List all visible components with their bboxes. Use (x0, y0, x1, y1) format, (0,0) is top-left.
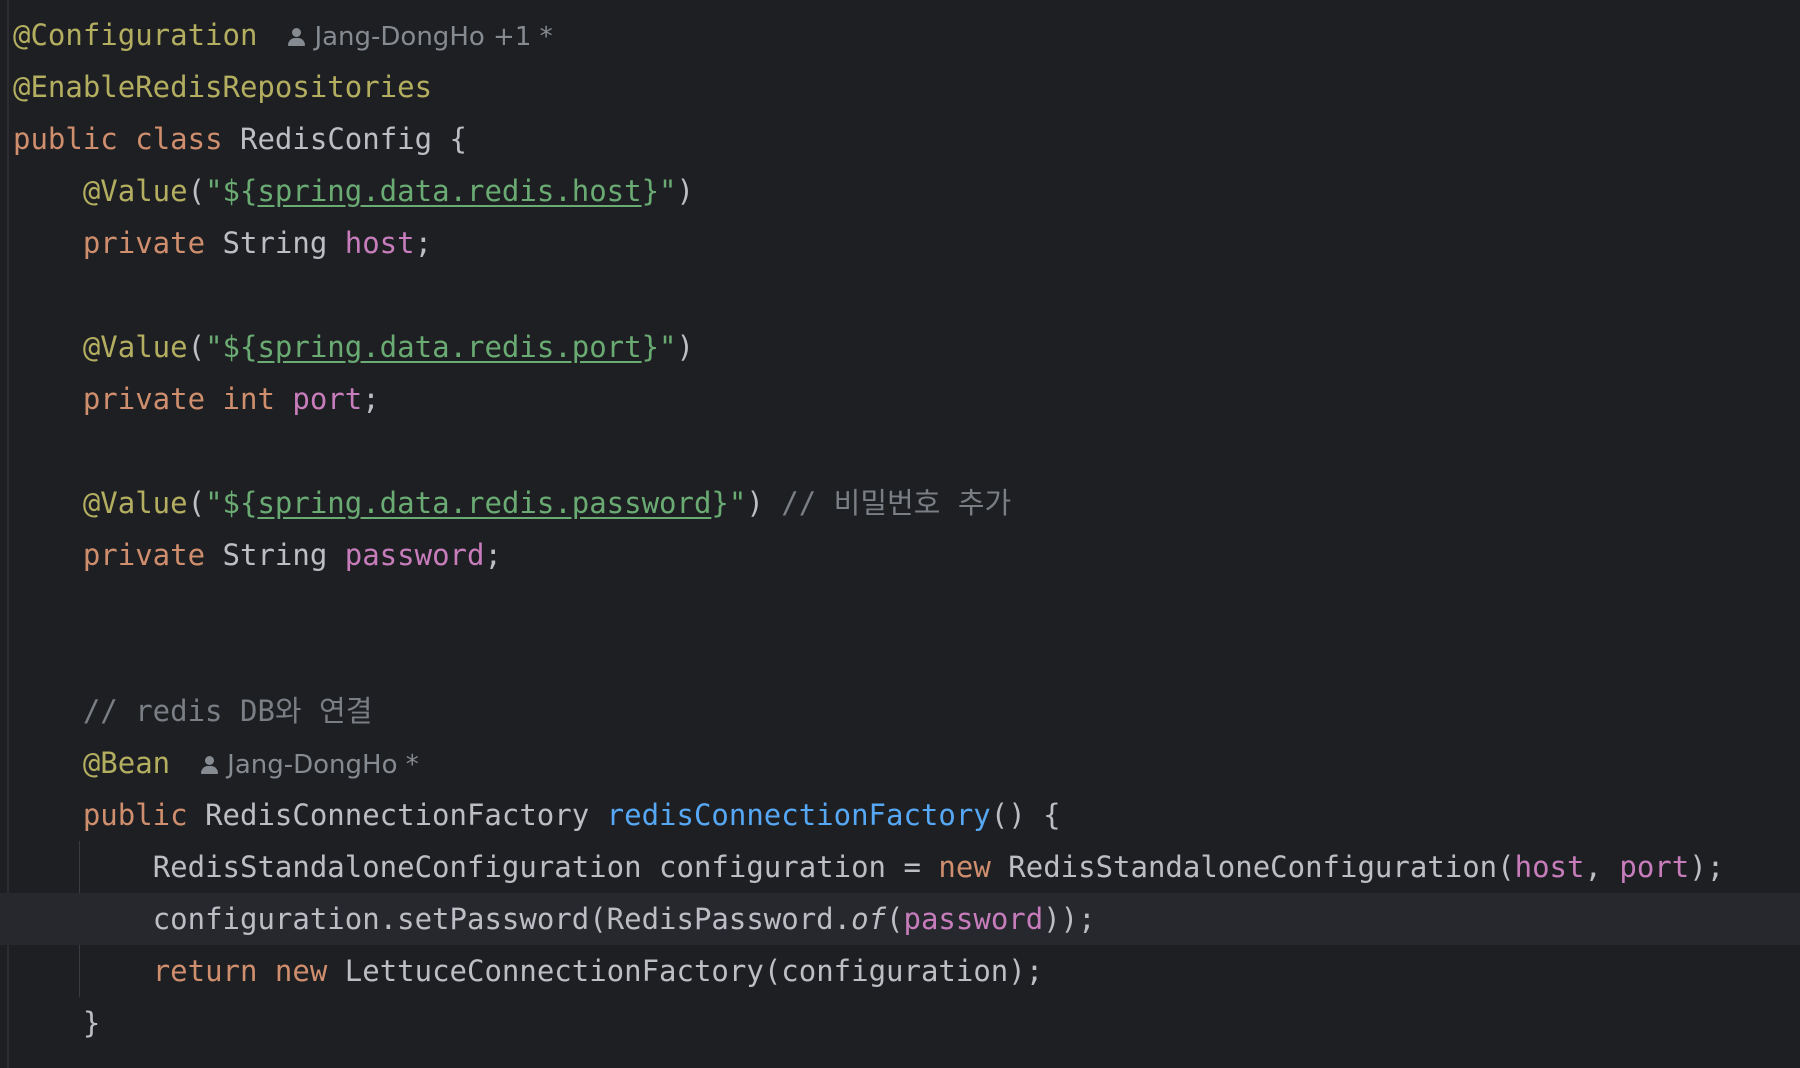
method-set-password[interactable]: setPassword (397, 902, 589, 936)
field-host[interactable]: host (345, 226, 415, 260)
annotation-bean[interactable]: @Bean (83, 746, 170, 780)
keyword-new: new (274, 954, 328, 988)
keyword-int: int (222, 382, 275, 416)
author-inlay-hint[interactable]: Jang-DongHo * (200, 750, 419, 780)
keyword-public: public (82, 798, 188, 832)
type-string[interactable]: String (223, 226, 328, 260)
code-line-8[interactable]: private int port; (0, 373, 1800, 425)
keyword-private: private (82, 382, 206, 416)
annotation-value[interactable]: @Value (83, 174, 188, 208)
keyword-public: public (13, 122, 118, 156)
code-line-2[interactable]: @EnableRedisRepositories (0, 61, 1800, 113)
local-configuration[interactable]: configuration (153, 902, 380, 936)
keyword-new: new (938, 850, 991, 884)
comment-password-added: // 비밀번호 추가 (781, 486, 1012, 520)
method-of[interactable]: of (851, 902, 886, 936)
code-line-3[interactable]: public class RedisConfig { (0, 113, 1800, 165)
code-line-4[interactable]: @Value("${spring.data.redis.host}") (0, 165, 1800, 217)
field-password[interactable]: password (904, 902, 1044, 936)
type-redis-standalone-configuration[interactable]: RedisStandaloneConfiguration (153, 850, 642, 884)
code-line-18-current[interactable]: configuration.setPassword(RedisPassword.… (0, 893, 1800, 945)
type-lettuce-connection-factory[interactable]: LettuceConnectionFactory (345, 954, 764, 988)
local-configuration[interactable]: configuration (781, 954, 1008, 988)
method-redis-connection-factory[interactable]: redisConnectionFactory (607, 798, 991, 832)
field-port[interactable]: port (1619, 850, 1689, 884)
person-icon (287, 27, 306, 47)
code-line-11[interactable]: private String password; (0, 529, 1800, 581)
annotation-value[interactable]: @Value (83, 330, 188, 364)
local-configuration[interactable]: configuration (659, 850, 886, 884)
keyword-class: class (135, 122, 223, 156)
code-line-10[interactable]: @Value("${spring.data.redis.password}") … (0, 477, 1800, 529)
field-password[interactable]: password (345, 538, 485, 572)
author-inlay-hint[interactable]: Jang-DongHo +1 * (287, 22, 553, 52)
annotation-enable-redis-repositories[interactable]: @EnableRedisRepositories (13, 70, 432, 104)
keyword-private: private (82, 538, 206, 572)
code-line-1[interactable]: @Configuration Jang-DongHo +1 * (0, 9, 1800, 61)
code-line-16[interactable]: public RedisConnectionFactory redisConne… (0, 789, 1800, 841)
type-redis-password[interactable]: RedisPassword (607, 902, 834, 936)
property-ref-password[interactable]: spring.data.redis.password (257, 486, 711, 520)
closing-brace: } (82, 1006, 101, 1040)
keyword-private: private (82, 226, 206, 260)
code-line-19[interactable]: return new LettuceConnectionFactory(conf… (0, 945, 1800, 997)
comment-redis-db-connect: // redis DB와 연결 (82, 694, 373, 728)
code-line-14[interactable]: // redis DB와 연결 (0, 685, 1800, 737)
code-line-17[interactable]: RedisStandaloneConfiguration configurati… (0, 841, 1800, 893)
field-port[interactable]: port (292, 382, 362, 416)
annotation-value[interactable]: @Value (83, 486, 188, 520)
field-host[interactable]: host (1515, 850, 1585, 884)
type-redis-standalone-configuration[interactable]: RedisStandaloneConfiguration (1008, 850, 1497, 884)
type-string[interactable]: String (223, 538, 328, 572)
code-editor[interactable]: @Configuration Jang-DongHo +1 * @EnableRe… (0, 0, 1800, 1068)
author-name: Jang-DongHo +1 * (314, 22, 553, 52)
property-ref-port[interactable]: spring.data.redis.port (257, 330, 641, 364)
author-name: Jang-DongHo * (227, 750, 419, 780)
annotation-configuration[interactable]: @Configuration (13, 18, 257, 52)
class-name-redis-config[interactable]: RedisConfig (240, 122, 432, 156)
code-line-15[interactable]: @Bean Jang-DongHo * (0, 737, 1800, 789)
code-line-7[interactable]: @Value("${spring.data.redis.port}") (0, 321, 1800, 373)
type-redis-connection-factory[interactable]: RedisConnectionFactory (205, 798, 589, 832)
keyword-return: return (152, 954, 258, 988)
property-ref-host[interactable]: spring.data.redis.host (257, 174, 641, 208)
code-line-20[interactable]: } (0, 997, 1800, 1049)
person-icon (200, 755, 219, 775)
code-line-5[interactable]: private String host; (0, 217, 1800, 269)
